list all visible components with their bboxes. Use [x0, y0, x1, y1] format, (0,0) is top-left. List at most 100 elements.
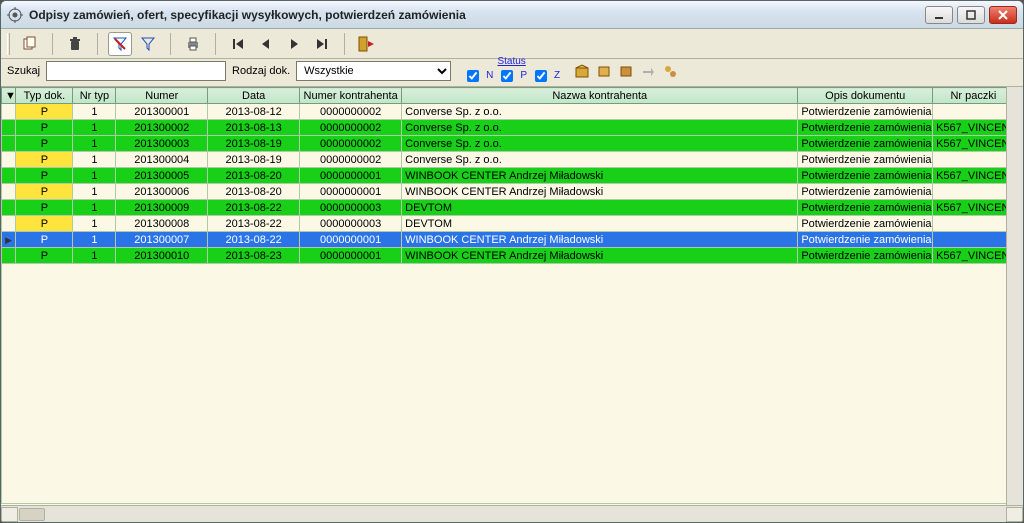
titlebar: Odpisy zamówień, ofert, specyfikacji wys…	[1, 1, 1023, 29]
hscroll-right[interactable]	[1006, 507, 1023, 522]
arrow-icon[interactable]	[640, 63, 656, 79]
table-row[interactable]: P12013000012013-08-120000000002Converse …	[2, 104, 1023, 120]
grid-scroll[interactable]: ▼ Typ dok. Nr typ Numer Data Numer kontr…	[1, 87, 1023, 505]
cell-opis: Potwierdzenie zamówienia	[798, 104, 933, 120]
nav-prev-button[interactable]	[254, 32, 278, 56]
cell-data: 2013-08-12	[208, 104, 300, 120]
cell-numer: 201300009	[116, 200, 208, 216]
table-row[interactable]: P12013000032013-08-190000000002Converse …	[2, 136, 1023, 152]
row-marker	[2, 120, 16, 136]
table-row[interactable]: P12013000072013-08-220000000001WINBOOK C…	[2, 232, 1023, 248]
cell-data: 2013-08-13	[208, 120, 300, 136]
status-check-n[interactable]	[467, 70, 479, 82]
table-row[interactable]: P12013000042013-08-190000000002Converse …	[2, 152, 1023, 168]
cell-typ: P	[16, 136, 73, 152]
col-marker[interactable]: ▼	[2, 88, 16, 104]
table-row[interactable]: P12013000082013-08-220000000003DEVTOMPot…	[2, 216, 1023, 232]
col-nazwa[interactable]: Nazwa kontrahenta	[402, 88, 798, 104]
cell-numer: 201300003	[116, 136, 208, 152]
cell-opis: Potwierdzenie zamówienia	[798, 184, 933, 200]
cell-opis: Potwierdzenie zamówienia	[798, 168, 933, 184]
gears-icon[interactable]	[662, 63, 678, 79]
cell-opis: Potwierdzenie zamówienia	[798, 248, 933, 264]
box2-icon[interactable]	[618, 63, 634, 79]
col-nrtyp[interactable]: Nr typ	[73, 88, 116, 104]
cell-nazwa: Converse Sp. z o.o.	[402, 104, 798, 120]
horizontal-scrollbar[interactable]	[1, 505, 1023, 522]
grid-header-row: ▼ Typ dok. Nr typ Numer Data Numer kontr…	[2, 88, 1023, 104]
cell-opis: Potwierdzenie zamówienia	[798, 200, 933, 216]
window-buttons	[925, 6, 1017, 24]
col-typ[interactable]: Typ dok.	[16, 88, 73, 104]
col-paczka[interactable]: Nr paczki	[933, 88, 1015, 104]
toolbar-handle	[7, 33, 10, 55]
toolbar-separator	[215, 33, 216, 55]
cell-data: 2013-08-20	[208, 184, 300, 200]
cell-typ: P	[16, 184, 73, 200]
cell-nrtyp: 1	[73, 168, 116, 184]
exit-button[interactable]	[355, 32, 379, 56]
copy-button[interactable]	[18, 32, 42, 56]
nav-first-button[interactable]	[226, 32, 250, 56]
grid-wrap: ▼ Typ dok. Nr typ Numer Data Numer kontr…	[1, 87, 1023, 522]
nav-next-button[interactable]	[282, 32, 306, 56]
delete-button[interactable]	[63, 32, 87, 56]
doc-type-select[interactable]: Wszystkie	[296, 61, 451, 81]
toolbar-separator	[97, 33, 98, 55]
cell-nrkontr: 0000000001	[300, 232, 402, 248]
maximize-button[interactable]	[957, 6, 985, 24]
cell-numer: 201300006	[116, 184, 208, 200]
cell-opis: Potwierdzenie zamówienia	[798, 152, 933, 168]
cell-paczka: K567_VINCENT	[933, 200, 1015, 216]
hscroll-left[interactable]	[1, 507, 18, 522]
cell-data: 2013-08-22	[208, 216, 300, 232]
app-window: Odpisy zamówień, ofert, specyfikacji wys…	[0, 0, 1024, 523]
cell-paczka: K567_VINCENT	[933, 120, 1015, 136]
close-button[interactable]	[989, 6, 1017, 24]
search-label: Szukaj	[7, 65, 40, 77]
table-row[interactable]: P12013000092013-08-220000000003DEVTOMPot…	[2, 200, 1023, 216]
box-icon[interactable]	[596, 63, 612, 79]
cell-nazwa: Converse Sp. z o.o.	[402, 120, 798, 136]
col-numer[interactable]: Numer	[116, 88, 208, 104]
status-check-p[interactable]	[501, 70, 513, 82]
vertical-scrollbar[interactable]	[1006, 87, 1023, 505]
toolbar	[1, 29, 1023, 59]
cell-nazwa: DEVTOM	[402, 200, 798, 216]
filter-clear-button[interactable]	[108, 32, 132, 56]
col-opis[interactable]: Opis dokumentu	[798, 88, 933, 104]
status-check-z[interactable]	[535, 70, 547, 82]
col-nrkontr[interactable]: Numer kontrahenta	[300, 88, 402, 104]
table-row[interactable]: P12013000022013-08-130000000002Converse …	[2, 120, 1023, 136]
cell-nrtyp: 1	[73, 136, 116, 152]
window-title: Odpisy zamówień, ofert, specyfikacji wys…	[29, 8, 925, 22]
toolbar-separator	[170, 33, 171, 55]
table-row[interactable]: P12013000102013-08-230000000001WINBOOK C…	[2, 248, 1023, 264]
cell-data: 2013-08-23	[208, 248, 300, 264]
nav-last-button[interactable]	[310, 32, 334, 56]
table-row[interactable]: P12013000062013-08-200000000001WINBOOK C…	[2, 184, 1023, 200]
print-button[interactable]	[181, 32, 205, 56]
filter-button[interactable]	[136, 32, 160, 56]
cell-nazwa: WINBOOK CENTER Andrzej Miładowski	[402, 168, 798, 184]
search-input[interactable]	[46, 61, 226, 81]
cell-nrkontr: 0000000002	[300, 152, 402, 168]
row-marker	[2, 216, 16, 232]
doc-type-label: Rodzaj dok.	[232, 65, 290, 77]
cell-numer: 201300010	[116, 248, 208, 264]
cell-numer: 201300005	[116, 168, 208, 184]
cell-nrkontr: 0000000001	[300, 168, 402, 184]
table-row[interactable]: P12013000052013-08-200000000001WINBOOK C…	[2, 168, 1023, 184]
package-icon[interactable]	[574, 63, 590, 79]
col-data[interactable]: Data	[208, 88, 300, 104]
row-marker	[2, 136, 16, 152]
minimize-button[interactable]	[925, 6, 953, 24]
cell-paczka: K567_VINCENT	[933, 248, 1015, 264]
hscroll-thumb[interactable]	[19, 508, 45, 521]
data-grid: ▼ Typ dok. Nr typ Numer Data Numer kontr…	[1, 87, 1023, 504]
status-p-label: P	[520, 71, 527, 81]
row-marker	[2, 152, 16, 168]
row-marker	[2, 200, 16, 216]
cell-data: 2013-08-22	[208, 200, 300, 216]
toolbar-separator	[52, 33, 53, 55]
